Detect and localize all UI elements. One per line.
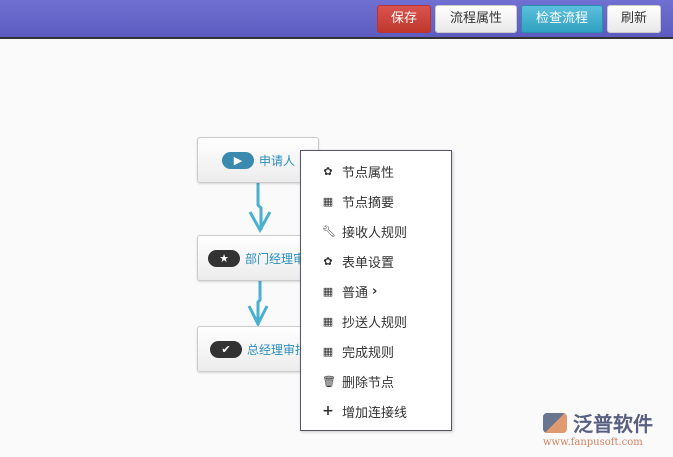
menu-item-normal[interactable]: ▦ 普通 › — [301, 276, 451, 306]
menu-item-completion-rules[interactable]: ▦ 完成规则 — [301, 336, 451, 366]
menu-label: 删除节点 — [342, 375, 395, 391]
menu-label: 表单设置 — [342, 255, 395, 271]
menu-item-node-summary[interactable]: ▦ 节点摘要 — [301, 186, 451, 216]
menu-label: 抄送人规则 — [342, 315, 408, 331]
menu-label: 接收人规则 — [342, 225, 408, 241]
play-icon: ▶ — [222, 151, 254, 169]
connector-2 — [256, 281, 262, 322]
trash-icon: 🗑︎ — [322, 374, 336, 388]
menu-label: 节点属性 — [342, 165, 395, 181]
chevron-right-icon: › — [372, 283, 378, 299]
grid-icon: ▦ — [322, 284, 334, 298]
gear-icon: ✿ — [323, 254, 333, 268]
gear-icon: ✿ — [323, 164, 333, 178]
logo-url: www.fanpusoft.com — [543, 437, 643, 448]
fanpusoft-logo: 泛普软件 www.fanpusoft.com — [543, 408, 653, 448]
wrench-icon: 🔧︎ — [322, 224, 336, 238]
connector-1 — [256, 183, 263, 230]
menu-label: 普通 — [342, 285, 369, 301]
plus-icon: + — [322, 403, 334, 419]
node-label: 总经理审批 — [247, 342, 308, 357]
star-icon: ★ — [208, 249, 240, 267]
context-menu: ✿ 节点属性 ▦ 节点摘要 🔧︎ 接收人规则 ✿ 表单设置 ▦ 普通 › ▦ 抄送人规则 ▦ 完… — [300, 150, 452, 431]
menu-item-receiver-rules[interactable]: 🔧︎ 接收人规则 — [301, 216, 451, 246]
menu-item-cc-rules[interactable]: ▦ 抄送人规则 — [301, 306, 451, 336]
menu-label: 增加连接线 — [342, 405, 408, 421]
grid-icon: ▦ — [322, 344, 334, 358]
menu-label: 完成规则 — [342, 345, 395, 361]
menu-item-delete-node[interactable]: 🗑︎ 删除节点 — [301, 366, 451, 396]
menu-item-node-properties[interactable]: ✿ 节点属性 — [301, 156, 451, 186]
check-icon: ✔ — [210, 340, 242, 358]
node-label: 申请人 — [259, 153, 296, 168]
menu-item-form-settings[interactable]: ✿ 表单设置 — [301, 246, 451, 276]
grid-icon: ▦ — [322, 314, 334, 328]
grid-icon: ▦ — [322, 194, 334, 208]
logo-mark-icon — [543, 412, 567, 433]
menu-item-add-connector[interactable]: + 增加连接线 — [301, 396, 451, 426]
menu-label: 节点摘要 — [342, 195, 395, 211]
logo-name: 泛普软件 — [573, 412, 653, 436]
